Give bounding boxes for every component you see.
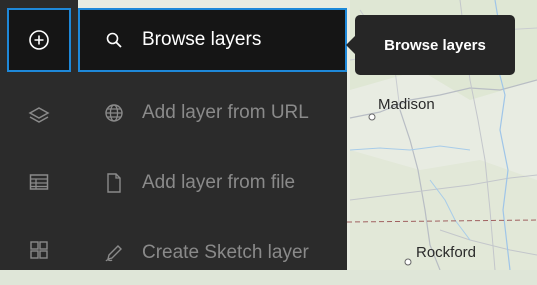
search-icon [103,29,125,51]
file-icon [103,172,125,194]
table-icon [28,171,50,193]
table-button[interactable] [0,150,78,214]
layers-icon [28,105,50,127]
menu-item-label: Add layer from URL [142,102,309,123]
globe-icon [103,102,125,124]
map-label-madison: Madison [378,96,435,113]
sketch-icon [103,242,125,264]
add-circle-icon [28,29,50,51]
map-label-rockford: Rockford [416,244,477,261]
menu-item-add-layer-file[interactable]: Add layer from file [78,151,347,215]
menu-item-browse-layers[interactable]: Browse layers [78,8,347,72]
add-layer-button[interactable] [7,8,71,72]
menu-item-label: Add layer from file [142,172,296,193]
menu-item-create-sketch-layer[interactable]: Create Sketch layer [78,221,347,285]
widgets-button[interactable] [0,218,78,282]
menu-item-add-layer-url[interactable]: Add layer from URL [78,81,347,145]
menu-item-label: Create Sketch layer [142,242,309,263]
tooltip: Browse layers [346,15,515,75]
layers-button[interactable] [0,84,78,148]
widgets-icon [28,239,50,261]
menu-item-label: Browse layers [142,29,262,50]
add-layer-menu: Browse layers Add layer from URL Add lay… [78,8,347,270]
action-rail [0,0,78,270]
tooltip-text: Browse layers [384,36,486,54]
